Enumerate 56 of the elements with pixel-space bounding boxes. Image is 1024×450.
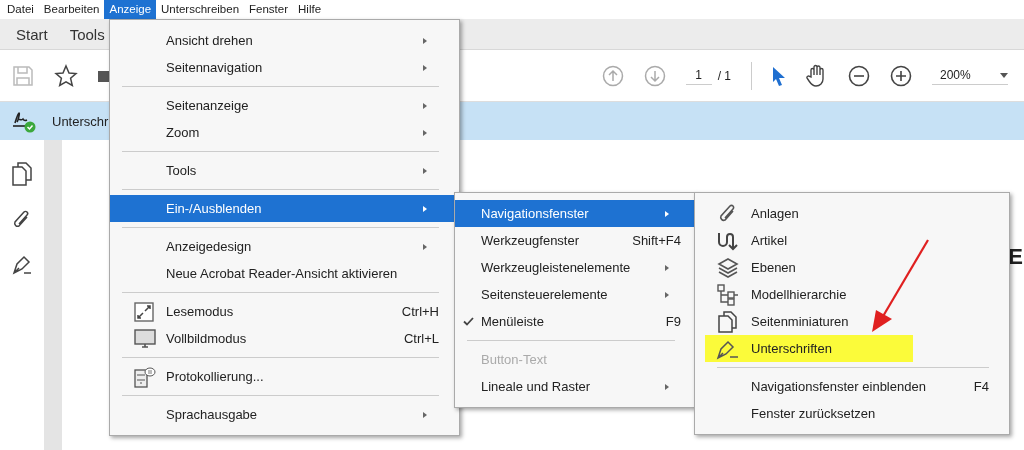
menu-item[interactable]: Navigationsfenster einblenden F4: [705, 373, 1009, 400]
menu-bar-item[interactable]: Anzeige: [104, 0, 157, 19]
zoom-in-icon[interactable]: [890, 64, 912, 87]
document-text: E: [1008, 244, 1023, 270]
submenu-arrow-icon: [423, 129, 427, 136]
menu-item[interactable]: Anlagen: [705, 200, 1009, 227]
menu-bar-item[interactable]: Fenster: [244, 0, 294, 19]
menu-item[interactable]: Ebenen: [705, 254, 1009, 281]
submenu-arrow-icon: [423, 37, 427, 44]
pages-icon: [718, 310, 738, 333]
menu-item: Button-Text: [480, 351, 548, 369]
submenu-arrow-icon: [423, 243, 427, 250]
hierarchy-icon: [717, 283, 739, 306]
menu-item[interactable]: Seitennavigation: [110, 54, 459, 81]
menu-item[interactable]: Navigationsfenster: [455, 200, 695, 227]
menu-bar-item[interactable]: Hilfe: [293, 0, 327, 19]
menu-item[interactable]: Artikel: [705, 227, 1009, 254]
submenu-arrow-icon: [665, 383, 669, 390]
menu-item[interactable]: Seitenanzeige: [110, 92, 459, 119]
submenu-arrow-icon: [665, 291, 669, 298]
submenu-arrow-icon: [423, 411, 427, 418]
menu-item[interactable]: Tools: [110, 157, 459, 184]
pen-icon[interactable]: [11, 254, 33, 276]
monitor-icon: [134, 328, 156, 349]
reading-mode-icon: [134, 301, 154, 322]
menu-bar-item[interactable]: Unterschreiben: [156, 0, 245, 19]
tab[interactable]: Start: [16, 25, 48, 43]
submenu-arrow-icon: [665, 210, 669, 217]
star-icon[interactable]: [54, 63, 78, 88]
layers-icon: [717, 257, 739, 278]
menu-bar-item[interactable]: Bearbeiten: [38, 0, 105, 19]
submenu-arrow-icon: [665, 264, 669, 271]
submenu-arrow-icon: [423, 102, 427, 109]
menu-item[interactable]: Seitenminiaturen: [705, 308, 1009, 335]
menu-item[interactable]: Fenster zurücksetzen: [705, 400, 1009, 427]
page-total: / 1: [717, 68, 731, 83]
zoom-dropdown[interactable]: 200%: [932, 66, 1008, 85]
submenu-arrow-icon: [423, 64, 427, 71]
menu-item[interactable]: Ansicht drehen: [110, 27, 459, 54]
menu-item[interactable]: Sprachausgabe: [110, 401, 459, 428]
page-number-field[interactable]: 1: [685, 66, 712, 85]
menu-bar-item[interactable]: Datei: [2, 0, 39, 19]
submenu-arrow-icon: [423, 167, 427, 174]
sign-bar-label: Unterschr: [52, 113, 109, 129]
zoom-out-icon[interactable]: [848, 64, 870, 87]
submenu-arrow-icon: [423, 205, 427, 212]
signature-check-icon: [12, 109, 38, 133]
pages-icon[interactable]: [12, 162, 32, 186]
pointer-icon[interactable]: [772, 65, 786, 86]
tab[interactable]: Tools: [69, 25, 105, 43]
menu-item[interactable]: Modellhierarchie: [705, 281, 1009, 308]
log-icon: [134, 365, 156, 388]
caret-icon: [1000, 72, 1008, 78]
article-flow-icon: [717, 230, 739, 251]
menu-item[interactable]: Unterschriften: [705, 335, 913, 362]
menu-item[interactable]: Zoom: [110, 119, 459, 146]
